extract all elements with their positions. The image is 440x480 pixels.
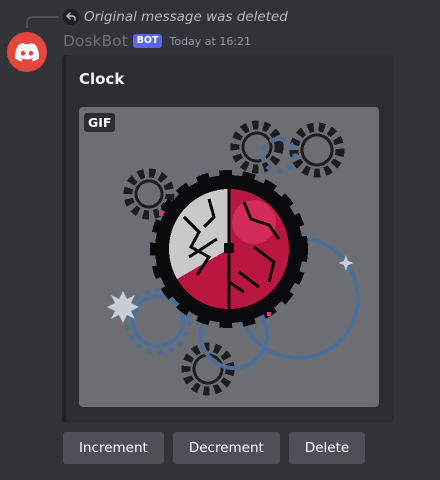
gif-badge: GIF	[84, 113, 116, 132]
reply-connector-line	[26, 16, 59, 28]
username[interactable]: DoskBot	[63, 32, 128, 50]
embed: Clock GIF	[62, 55, 394, 423]
timestamp[interactable]: Today at 16:21	[169, 35, 251, 48]
reply-arrow-icon	[63, 9, 79, 25]
bot-tag: BOT	[132, 34, 163, 48]
clock-gears-image	[107, 120, 360, 396]
message: Original message was deleted DoskBot BOT…	[0, 0, 440, 480]
reply-text: Original message was deleted	[84, 9, 288, 25]
delete-button[interactable]: Delete	[288, 432, 366, 464]
embed-image[interactable]: GIF	[79, 107, 379, 407]
embed-title: Clock	[79, 70, 125, 88]
message-header: DoskBot BOT Today at 16:21	[63, 31, 251, 51]
reply-reference[interactable]: Original message was deleted	[63, 9, 288, 25]
avatar[interactable]	[7, 32, 47, 72]
discord-logo-icon	[15, 42, 39, 61]
increment-button[interactable]: Increment	[63, 432, 164, 464]
decrement-button[interactable]: Decrement	[172, 432, 280, 464]
action-row: Increment Decrement Delete	[63, 432, 366, 464]
